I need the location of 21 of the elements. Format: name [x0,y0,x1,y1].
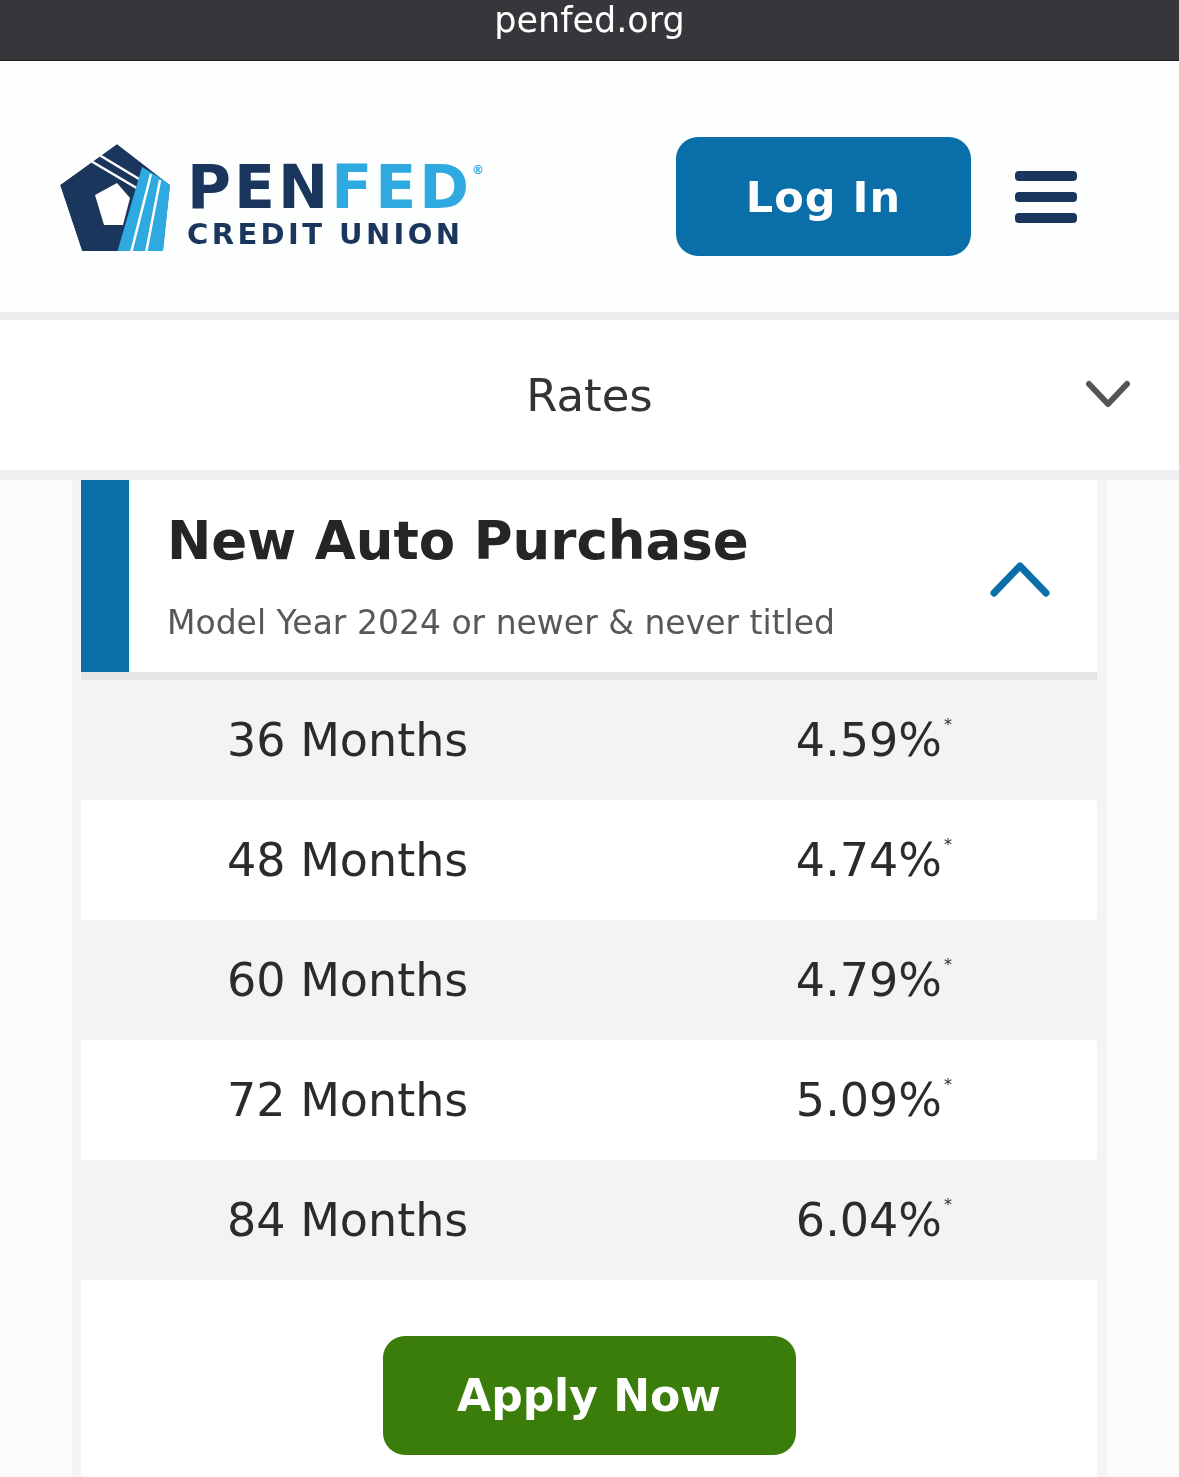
rate-text: 4.59%$^{*}$ [795,713,952,767]
panel-subtitle: Model Year 2024 or newer & never titled [167,603,835,643]
menu-icon[interactable] [1015,170,1077,223]
term-text: 84 Months [227,1193,469,1247]
term-text: 60 Months [227,953,469,1007]
logo-wordmark: PEN FED$^{®}$ [187,151,484,215]
pentagon-logo-icon[interactable] [60,142,170,251]
accordion-header[interactable]: New Auto Purchase Model Year 2024 or newer & never titled [81,480,1097,680]
term-text: 72 Months [227,1073,469,1127]
term-text: 36 Months [227,713,469,767]
rates-dropdown[interactable]: Rates [0,320,1179,470]
term-text: 48 Months [227,833,469,887]
login-button[interactable]: Log In [676,137,971,256]
rate-text: 4.79%$^{*}$ [795,953,952,1007]
apply-now-button[interactable]: Apply Now [382,1336,796,1455]
rate-text: 5.09%$^{*}$ [795,1073,952,1127]
panel-title: New Auto Purchase [167,509,749,573]
rate-text: 6.04%$^{*}$ [795,1193,952,1247]
logo-tagline: CREDIT UNION [187,217,464,251]
domain-text: penfed.org [494,0,685,40]
rate-text: 4.74%$^{*}$ [795,833,952,887]
